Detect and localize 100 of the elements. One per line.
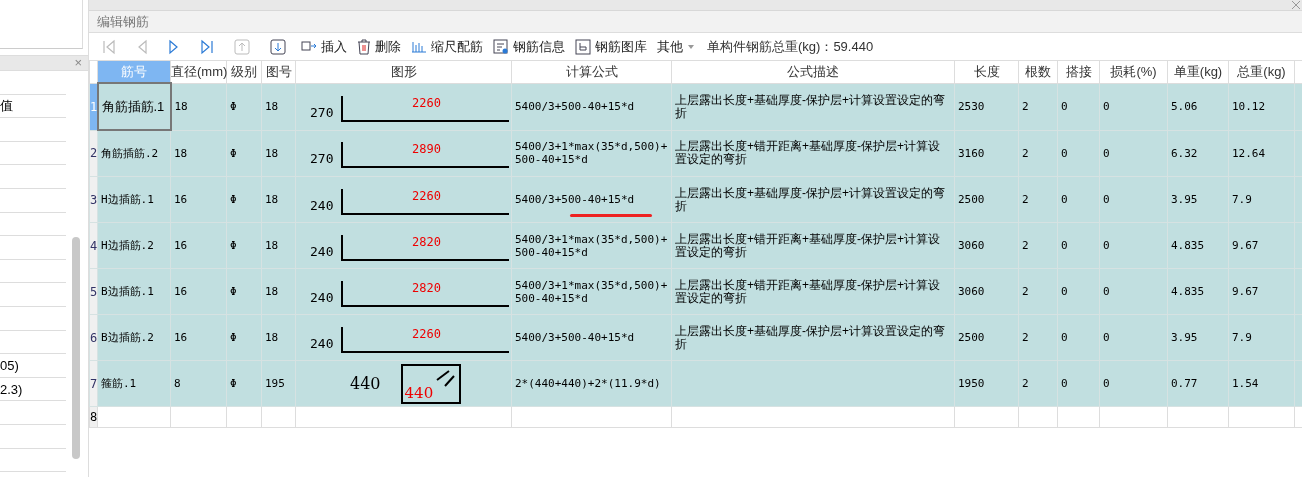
first-record-icon (102, 38, 116, 55)
table-cell: 7.9 (1228, 314, 1295, 361)
table-cell: 18 (261, 176, 296, 223)
dropdown-button[interactable]: 其他 (653, 35, 699, 58)
move-up-icon (234, 38, 250, 55)
row-number[interactable]: 6 (89, 314, 98, 361)
table-cell: 0 (1057, 314, 1100, 361)
previous-icon (136, 38, 148, 55)
table-cell: 1950 (954, 360, 1019, 407)
table-cell: 18 (261, 130, 296, 177)
table-cell: 9.67 (1228, 222, 1295, 269)
table-cell: B边插筋.2 (97, 314, 171, 361)
table-cell: 3160 (954, 130, 1019, 177)
table-cell: H边插筋.1 (97, 176, 171, 223)
column-header[interactable]: 搭接 (1057, 60, 1100, 83)
formula-text: 5400/3+1*max(35*d,500)+500-40+15*d (515, 278, 668, 305)
table-cell: 6.32 (1167, 130, 1229, 177)
table-cell: 0 (1099, 222, 1168, 269)
formula-description: 上层露出长度+错开距离+基础厚度-保护层+计算设置设定的弯折 (675, 231, 941, 259)
hook-length: 240 (310, 289, 334, 307)
table-cell: Φ (226, 222, 262, 269)
column-header[interactable]: 根数 (1018, 60, 1058, 83)
table-cell: 18 (261, 314, 296, 361)
table-cell: 195 (261, 360, 296, 407)
table-cell: 4.835 (1167, 222, 1229, 269)
row-number[interactable]: 4 (89, 222, 98, 269)
table-cell: 0 (1057, 176, 1100, 223)
table-cell: 2 (1018, 176, 1058, 223)
gallery-icon (575, 38, 591, 55)
stirrup-shape: 440 (400, 363, 461, 404)
trash-icon (357, 38, 371, 55)
column-header[interactable]: 单重(kg) (1167, 60, 1229, 83)
column-header[interactable]: 计算公式 (511, 60, 672, 83)
last-record-icon (200, 38, 214, 55)
close-icon[interactable] (1292, 1, 1300, 9)
table-cell: 0 (1057, 130, 1100, 177)
table-cell: 12.64 (1228, 130, 1295, 177)
table-cell: 3.95 (1167, 176, 1229, 223)
formula-description: 上层露出长度+基础厚度-保护层+计算设置设定的弯折 (675, 92, 945, 120)
table-cell: 0 (1099, 314, 1168, 361)
move-down-icon (270, 38, 286, 55)
toolbar-button[interactable]: 钢筋图库 (571, 35, 651, 58)
table-cell: 0 (1099, 360, 1168, 407)
toolbar-button[interactable]: 插入 (297, 35, 351, 58)
hook-length: 270 (310, 104, 334, 122)
hook-length: 240 (310, 197, 334, 215)
table-cell: B边插筋.1 (97, 268, 171, 315)
formula-text: 5400/3+500-40+15*d (515, 331, 635, 344)
row-number[interactable]: 7 (89, 360, 98, 407)
caret-icon (687, 43, 695, 50)
window-title: 编辑钢筋 (89, 11, 1302, 33)
column-header[interactable]: 图号 (261, 60, 296, 83)
table-cell: 0 (1057, 268, 1100, 315)
property-value: 05) (0, 357, 19, 373)
formula-description: 上层露出长度+错开距离+基础厚度-保护层+计算设置设定的弯折 (675, 139, 941, 167)
table-cell: Φ (226, 268, 262, 315)
row-number[interactable]: 3 (89, 176, 98, 223)
toolbar-button[interactable]: 缩尺配筋 (407, 35, 487, 58)
stirrup-width: 440 (350, 374, 381, 393)
table-cell: 2500 (954, 176, 1019, 223)
table-cell: Φ (226, 360, 262, 407)
column-header[interactable]: 图形 (295, 60, 512, 83)
table-cell: 2 (1018, 360, 1058, 407)
table-cell: 7.9 (1228, 176, 1295, 223)
row-number[interactable]: 2 (89, 130, 98, 177)
table-cell: 2 (1018, 130, 1058, 177)
table-cell: 0 (1057, 83, 1100, 130)
table-cell: 8 (170, 360, 227, 407)
table-cell: 箍筋.1 (97, 360, 171, 407)
formula-description: 上层露出长度+基础厚度-保护层+计算设置设定的弯折 (675, 185, 945, 213)
table-cell: 2 (1018, 314, 1058, 361)
table-cell: 18 (170, 130, 227, 177)
table-cell: Φ (226, 314, 262, 361)
toolbar-button[interactable]: 钢筋信息 (489, 35, 569, 58)
table-cell: 16 (170, 176, 227, 223)
column-header[interactable]: 级别 (226, 60, 262, 83)
table-cell: Φ (226, 83, 262, 130)
table-cell: 0 (1099, 176, 1168, 223)
total-weight: 单构件钢筋总重(kg)：59.440 (707, 37, 874, 56)
column-header[interactable]: 长度 (954, 60, 1019, 83)
property-value: 值 (0, 96, 13, 115)
toolbar-button[interactable]: 删除 (353, 35, 405, 58)
hook-length: 240 (310, 335, 334, 353)
scrollbar[interactable] (72, 237, 80, 459)
document-icon (493, 38, 509, 55)
formula-description: 上层露出长度+错开距离+基础厚度-保护层+计算设置设定的弯折 (675, 277, 941, 305)
table-cell: 16 (170, 268, 227, 315)
column-header[interactable]: 直径(mm) (170, 60, 227, 83)
property-value: 2.3) (0, 381, 23, 397)
table-cell: 3.95 (1167, 314, 1229, 361)
table-cell: 2 (1018, 83, 1058, 130)
column-header[interactable]: 公式描述 (671, 60, 955, 83)
hook-length: 270 (310, 151, 334, 169)
row-number[interactable]: 8 (89, 406, 98, 428)
formula-text: 5400/3+500-40+15*d (515, 100, 635, 113)
column-header[interactable]: 总重(kg) (1228, 60, 1295, 83)
insert-icon (301, 39, 317, 54)
column-header[interactable]: 损耗(%) (1099, 60, 1168, 83)
table-cell: 2 (1018, 222, 1058, 269)
row-number[interactable]: 5 (89, 268, 98, 315)
